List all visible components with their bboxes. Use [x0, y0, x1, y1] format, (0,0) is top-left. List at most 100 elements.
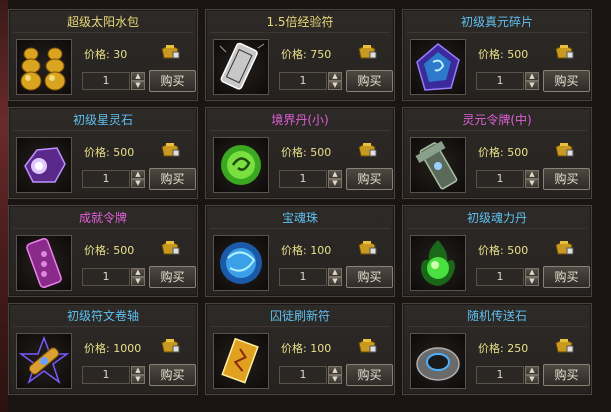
shop-item-card: 初级符文卷轴 价格: 1000 1 ▲ ▼ 购买 — [8, 303, 198, 395]
buy-button[interactable]: 购买 — [149, 168, 196, 190]
decrement-button[interactable]: ▼ — [328, 277, 342, 286]
shop-item-card: 境界丹(小) 价格: 500 1 ▲ ▼ 购买 — [205, 107, 395, 199]
shop-item-card: 超级太阳水包 价格: 30 1 ▲ ▼ 购买 — [8, 9, 198, 101]
increment-button[interactable]: ▲ — [328, 366, 342, 375]
increment-button[interactable]: ▲ — [525, 268, 539, 277]
divider — [13, 32, 193, 33]
gold-bag-icon — [358, 241, 377, 255]
increment-button[interactable]: ▲ — [328, 72, 342, 81]
quantity-input[interactable]: 1 — [279, 268, 327, 286]
decrement-button[interactable]: ▼ — [328, 81, 342, 90]
shop-item-card: 初级星灵石 价格: 500 1 ▲ ▼ 购买 — [8, 107, 198, 199]
rune-scroll-icon[interactable] — [16, 333, 72, 389]
item-name: 1.5倍经验符 — [266, 15, 334, 29]
divider — [210, 228, 390, 229]
buy-button[interactable]: 购买 — [149, 266, 196, 288]
item-name: 随机传送石 — [466, 309, 527, 323]
decrement-button[interactable]: ▼ — [525, 375, 539, 384]
buy-button[interactable]: 购买 — [149, 70, 196, 92]
realm-pill-icon[interactable] — [213, 137, 269, 193]
spirit-token-icon[interactable] — [410, 137, 466, 193]
decrement-button[interactable]: ▼ — [131, 81, 145, 90]
buy-button[interactable]: 购买 — [543, 266, 590, 288]
random-teleport-stone-icon[interactable] — [410, 333, 466, 389]
quantity-stepper: ▲ ▼ — [131, 268, 145, 286]
increment-button[interactable]: ▲ — [525, 366, 539, 375]
quantity-input[interactable]: 1 — [476, 72, 524, 90]
buy-button[interactable]: 购买 — [346, 70, 393, 92]
divider — [407, 326, 587, 327]
item-name: 囚徒刷新符 — [269, 309, 330, 323]
increment-button[interactable]: ▲ — [525, 170, 539, 179]
increment-button[interactable]: ▲ — [131, 366, 145, 375]
increment-button[interactable]: ▲ — [328, 170, 342, 179]
quantity-input[interactable]: 1 — [476, 170, 524, 188]
shop-grid: 超级太阳水包 价格: 30 1 ▲ ▼ 购买 1.5倍经验符 价格: 750 1… — [8, 9, 592, 395]
buy-button[interactable]: 购买 — [346, 266, 393, 288]
buy-button[interactable]: 购买 — [346, 364, 393, 386]
decrement-button[interactable]: ▼ — [525, 179, 539, 188]
gold-bag-icon — [555, 339, 574, 353]
gold-bag-icon — [161, 45, 180, 59]
buy-button[interactable]: 购买 — [543, 70, 590, 92]
quantity-input[interactable]: 1 — [279, 366, 327, 384]
quantity-input[interactable]: 1 — [476, 366, 524, 384]
price-text: 价格: 100 — [281, 244, 332, 257]
decrement-button[interactable]: ▼ — [131, 375, 145, 384]
quantity-input[interactable]: 1 — [476, 268, 524, 286]
buy-button[interactable]: 购买 — [346, 168, 393, 190]
item-name: 境界丹(小) — [271, 113, 329, 127]
prisoner-refresh-talisman-icon[interactable] — [213, 333, 269, 389]
increment-button[interactable]: ▲ — [131, 268, 145, 277]
quantity-stepper: ▲ ▼ — [525, 170, 539, 188]
quantity-input[interactable]: 1 — [279, 170, 327, 188]
decrement-button[interactable]: ▼ — [525, 277, 539, 286]
decrement-button[interactable]: ▼ — [328, 179, 342, 188]
buy-button[interactable]: 购买 — [543, 364, 590, 386]
gold-bag-icon — [358, 339, 377, 353]
star-spirit-stone-icon[interactable] — [16, 137, 72, 193]
gold-bag-icon — [555, 45, 574, 59]
buy-button[interactable]: 购买 — [149, 364, 196, 386]
price-text: 价格: 500 — [281, 146, 332, 159]
quantity-input[interactable]: 1 — [82, 366, 130, 384]
left-edge-decoration — [0, 0, 8, 412]
price-text: 价格: 500 — [84, 146, 135, 159]
soul-power-pill-icon[interactable] — [410, 235, 466, 291]
item-name: 初级星灵石 — [72, 113, 133, 127]
quantity-stepper: ▲ ▼ — [328, 268, 342, 286]
treasure-soul-orb-icon[interactable] — [213, 235, 269, 291]
gold-bag-icon — [555, 143, 574, 157]
gold-bag-icon — [358, 45, 377, 59]
quantity-stepper: ▲ ▼ — [328, 72, 342, 90]
divider — [210, 32, 390, 33]
decrement-button[interactable]: ▼ — [328, 375, 342, 384]
increment-button[interactable]: ▲ — [328, 268, 342, 277]
increment-button[interactable]: ▲ — [525, 72, 539, 81]
decrement-button[interactable]: ▼ — [131, 179, 145, 188]
gold-bag-icon — [161, 143, 180, 157]
achievement-token-icon[interactable] — [16, 235, 72, 291]
quantity-input[interactable]: 1 — [279, 72, 327, 90]
increment-button[interactable]: ▲ — [131, 72, 145, 81]
quantity-stepper: ▲ ▼ — [525, 268, 539, 286]
item-name: 成就令牌 — [78, 211, 127, 225]
divider — [407, 32, 587, 33]
quantity-input[interactable]: 1 — [82, 72, 130, 90]
price-text: 价格: 500 — [84, 244, 135, 257]
price-text: 价格: 250 — [478, 342, 529, 355]
decrement-button[interactable]: ▼ — [131, 277, 145, 286]
quantity-input[interactable]: 1 — [82, 268, 130, 286]
item-name: 初级魂力丹 — [466, 211, 527, 225]
true-yuan-shard-icon[interactable] — [410, 39, 466, 95]
exp-talisman-icon[interactable] — [213, 39, 269, 95]
quantity-input[interactable]: 1 — [82, 170, 130, 188]
divider — [13, 228, 193, 229]
increment-button[interactable]: ▲ — [131, 170, 145, 179]
quantity-stepper: ▲ ▼ — [328, 170, 342, 188]
decrement-button[interactable]: ▼ — [525, 81, 539, 90]
item-name: 宝魂珠 — [281, 211, 318, 225]
buy-button[interactable]: 购买 — [543, 168, 590, 190]
divider — [407, 130, 587, 131]
sun-water-pack-icon[interactable] — [16, 39, 72, 95]
